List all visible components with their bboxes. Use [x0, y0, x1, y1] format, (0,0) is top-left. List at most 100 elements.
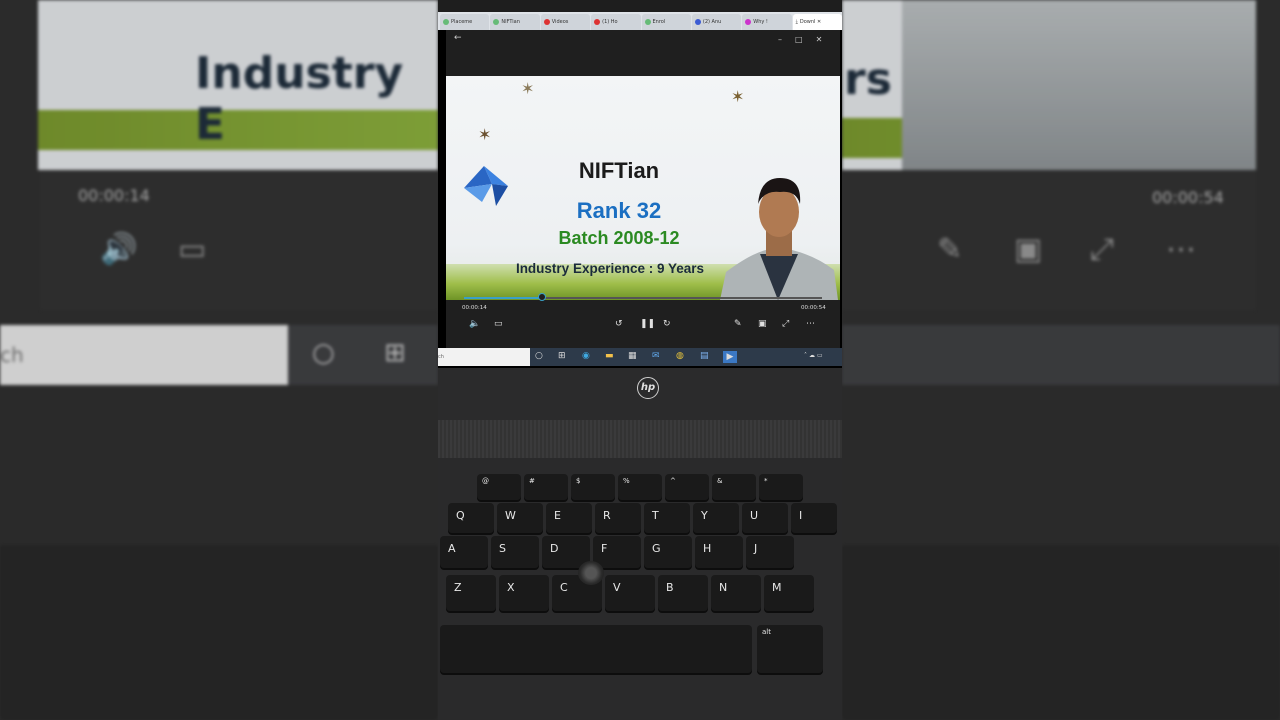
key-space[interactable]	[440, 625, 752, 673]
key-sym[interactable]: ^	[665, 474, 709, 500]
chrome-icon[interactable]: ◍	[676, 351, 684, 361]
files-icon[interactable]: ▤	[700, 351, 709, 361]
volume-icon[interactable]: 🔈	[469, 319, 480, 329]
key-x[interactable]: X	[499, 575, 549, 611]
key-f[interactable]: F	[593, 536, 641, 568]
browser-tab[interactable]: NIFTian	[490, 14, 540, 30]
background-pen-icon: ✎	[937, 232, 963, 267]
slide-experience: Industry Experience : 9 Years	[515, 261, 705, 276]
task-view-icon[interactable]: ⊞	[558, 351, 566, 361]
network-icon[interactable]: ▭	[817, 352, 825, 359]
background-bezel	[842, 385, 1280, 545]
background-search: ch	[0, 325, 288, 385]
key-q[interactable]: Q	[448, 503, 494, 533]
slide-rank: Rank 32	[576, 198, 662, 223]
minimize-button[interactable]: –	[778, 35, 795, 44]
key-alt[interactable]: alt	[757, 625, 823, 673]
facebook-icon	[694, 18, 701, 25]
tab-label: (1) Ho	[602, 19, 618, 25]
edge-icon[interactable]: ◉	[582, 351, 590, 361]
pause-icon[interactable]: ❚❚	[640, 319, 655, 329]
browser-tab[interactable]: Placeme	[440, 14, 490, 30]
background-slide-text: rs	[844, 54, 892, 105]
tab-label: (2) Anu	[702, 19, 722, 25]
hp-logo: hp	[637, 377, 659, 399]
key-sym[interactable]: @	[477, 474, 521, 500]
key-y[interactable]: Y	[693, 503, 739, 533]
key-sym[interactable]: #	[524, 474, 568, 500]
star-icon: ✶	[478, 125, 492, 144]
key-v[interactable]: V	[605, 575, 655, 611]
skip-back-icon[interactable]: ↺	[615, 319, 623, 329]
key-a[interactable]: A	[440, 536, 488, 568]
tab-label: Placeme	[451, 19, 473, 25]
key-m[interactable]: M	[764, 575, 814, 611]
more-options-icon[interactable]: ⋯	[806, 319, 815, 329]
background-miniplayer-icon: ▣	[1014, 232, 1043, 267]
key-h[interactable]: H	[695, 536, 743, 568]
file-explorer-icon[interactable]: ▬	[605, 351, 614, 361]
key-j[interactable]: J	[746, 536, 794, 568]
key-sym[interactable]: *	[759, 474, 803, 500]
browser-tab[interactable]: (1) Ho	[591, 14, 641, 30]
background-person	[902, 0, 1256, 170]
tab-label: NIFTian	[501, 19, 520, 25]
cloud-icon[interactable]: ☁	[809, 352, 817, 359]
key-sym[interactable]: $	[571, 474, 615, 500]
key-n[interactable]: N	[711, 575, 761, 611]
search-placeholder: ch	[438, 354, 444, 360]
fullscreen-icon[interactable]: ⤢	[782, 319, 789, 329]
key-w[interactable]: W	[497, 503, 543, 533]
key-s[interactable]: S	[491, 536, 539, 568]
total-time: 00:00:54	[801, 305, 826, 311]
background-taskbar	[842, 325, 1280, 385]
tab-favicon-icon	[644, 18, 651, 25]
key-u[interactable]: U	[742, 503, 788, 533]
key-r[interactable]: R	[595, 503, 641, 533]
cortana-icon[interactable]: ○	[535, 351, 543, 361]
star-icon: ✶	[731, 87, 745, 106]
maximize-button[interactable]: □	[795, 35, 816, 44]
background-taskview-icon: ⊞	[384, 338, 406, 368]
taskbar-search-box[interactable]: ch	[438, 348, 530, 366]
star-icon: ✶	[521, 79, 535, 98]
browser-tab[interactable]: Enrol	[641, 14, 691, 30]
window-controls: –□✕	[778, 35, 835, 44]
trackpoint[interactable]	[578, 561, 604, 585]
browser-tab[interactable]: (2) Anu	[691, 14, 742, 30]
browser-tab-bar: Placeme NIFTian Videos (1) Ho Enrol (2) …	[438, 12, 842, 30]
captions-icon[interactable]: ▭	[494, 319, 503, 329]
origami-bird-logo	[464, 166, 508, 206]
mail-icon[interactable]: ✉	[652, 351, 660, 361]
browser-tab-active[interactable]: ⤓ Downl ✕	[792, 14, 842, 30]
media-player-taskbar-icon[interactable]: ▶	[723, 351, 737, 363]
pen-icon[interactable]: ✎	[734, 319, 742, 329]
tab-label: Downl	[799, 19, 816, 25]
back-arrow-icon[interactable]: ←	[454, 33, 462, 43]
key-sym[interactable]: &	[712, 474, 756, 500]
background-right-panel: rs 00:00:54 ✎ ▣ ⤢ ⋯	[842, 0, 1280, 720]
key-z[interactable]: Z	[446, 575, 496, 611]
close-button[interactable]: ✕	[816, 35, 836, 44]
key-t[interactable]: T	[644, 503, 690, 533]
key-b[interactable]: B	[658, 575, 708, 611]
background-left-panel: Industry E 00:00:14 🔊 ▭ ch ○ ⊞	[0, 0, 438, 720]
seek-bar-thumb[interactable]	[538, 293, 546, 301]
slide-batch: Batch 2008-12	[558, 228, 680, 248]
tab-label: Enrol	[652, 19, 666, 25]
youtube-icon	[594, 18, 601, 25]
key-e[interactable]: E	[546, 503, 592, 533]
miniplayer-icon[interactable]: ▣	[758, 319, 767, 329]
tab-label: Why !	[753, 19, 768, 25]
tab-favicon-icon	[443, 18, 449, 25]
browser-tab[interactable]: Videos	[540, 14, 591, 30]
person-photo	[720, 178, 838, 300]
browser-tab[interactable]: Why !	[742, 14, 792, 30]
key-g[interactable]: G	[644, 536, 692, 568]
system-tray: ˄☁▭	[804, 352, 825, 359]
skip-forward-icon[interactable]: ↻	[663, 319, 671, 329]
store-icon[interactable]: ▦	[628, 351, 637, 361]
key-sym[interactable]: %	[618, 474, 662, 500]
youtube-icon	[543, 18, 550, 25]
key-i[interactable]: I	[791, 503, 837, 533]
